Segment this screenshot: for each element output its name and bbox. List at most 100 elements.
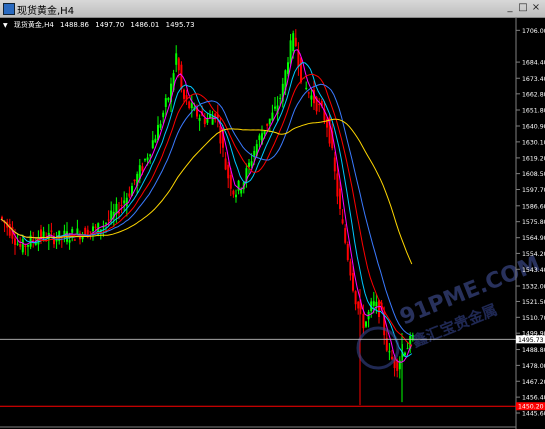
candle-body xyxy=(183,89,185,99)
candle-body xyxy=(68,240,71,243)
candle-body xyxy=(378,300,380,318)
candle-body xyxy=(146,157,149,161)
window-title-bar[interactable]: 现货黄金,H4 _ □ × xyxy=(0,0,545,18)
price-tick-label: 1640.90 xyxy=(522,124,545,131)
candle-body xyxy=(339,188,341,209)
candle-body xyxy=(354,291,357,305)
candle-body xyxy=(346,244,349,260)
price-tick-label: 1706.00 xyxy=(522,28,545,35)
candle-body xyxy=(406,348,409,350)
moving-averages-group xyxy=(0,49,413,363)
price-tick-label: 1608.50 xyxy=(522,171,545,178)
candle-body xyxy=(292,33,295,52)
price-chart[interactable]: 91PME.COM 鑫汇宝贵金属 1706.001684.401673.4016… xyxy=(0,18,545,429)
candle-body xyxy=(42,231,45,238)
candle-body xyxy=(391,356,393,360)
candle-body xyxy=(16,243,19,245)
ma-fast-line xyxy=(0,49,413,363)
maximize-button[interactable]: □ xyxy=(517,2,529,14)
candle-body xyxy=(203,117,206,125)
candle-body xyxy=(167,98,170,101)
price-tick-label: 1467.20 xyxy=(522,379,545,386)
price-tick-label: 1597.70 xyxy=(522,187,545,194)
candle-body xyxy=(404,352,406,356)
candles-group xyxy=(1,29,414,406)
candle-body xyxy=(250,161,253,166)
price-tick-label: 1673.40 xyxy=(522,76,545,83)
candle-body xyxy=(198,117,201,121)
price-tick-label: 1564.90 xyxy=(522,235,545,242)
minimize-button[interactable]: _ xyxy=(504,2,516,14)
candle-body xyxy=(300,57,302,83)
candle-body xyxy=(105,223,107,225)
price-tick-label: 1521.50 xyxy=(522,299,545,306)
candle-body xyxy=(27,245,29,247)
candle-body xyxy=(224,158,227,170)
candle-body xyxy=(227,164,230,179)
price-tick-label: 1488.80 xyxy=(522,347,545,354)
price-tick-label: 1510.70 xyxy=(522,315,545,322)
candle-body xyxy=(50,230,53,232)
price-levels: 1495.73 1450.20 xyxy=(0,335,545,411)
close-button[interactable]: × xyxy=(530,2,542,14)
current-price-label: 1495.73 xyxy=(518,337,544,344)
candle-body xyxy=(133,179,136,182)
candle-body xyxy=(357,301,360,309)
price-tick-label: 1456.40 xyxy=(522,395,545,402)
candle-body xyxy=(92,226,94,232)
candle-body xyxy=(177,58,180,71)
candle-body xyxy=(287,62,289,74)
candle-body xyxy=(344,228,347,243)
candle-body xyxy=(365,321,367,327)
candle-body xyxy=(76,228,79,234)
price-tick-label: 1630.10 xyxy=(522,139,545,146)
candle-body xyxy=(19,244,22,247)
candle-body xyxy=(341,219,344,224)
candle-body xyxy=(372,301,375,306)
price-tick-label: 1684.40 xyxy=(522,60,545,67)
candle-body xyxy=(305,87,308,90)
price-tick-label: 1575.80 xyxy=(522,219,545,226)
candle-body xyxy=(180,64,183,89)
chart-window-icon xyxy=(3,3,15,15)
price-axis: 1706.00 1684.40 1673.40 1662.80 1651.80 1640.… xyxy=(516,28,545,418)
candle-body xyxy=(219,125,222,144)
candle-body xyxy=(154,138,157,143)
candle-body xyxy=(336,173,339,197)
price-tick-label: 1543.40 xyxy=(522,267,545,274)
candle-body xyxy=(151,140,154,149)
candle-body xyxy=(258,135,261,140)
candle-body xyxy=(229,174,232,189)
candle-body xyxy=(141,166,144,171)
candle-body xyxy=(37,237,40,245)
candle-body xyxy=(125,197,128,207)
candle-body xyxy=(128,193,131,197)
candle-body xyxy=(235,194,237,198)
candle-body xyxy=(73,239,76,241)
candle-body xyxy=(149,154,152,157)
candle-body xyxy=(388,351,391,353)
candle-body xyxy=(32,239,35,241)
candle-body xyxy=(268,118,271,125)
candle-body xyxy=(375,301,378,307)
candle-body xyxy=(162,112,165,118)
candle-body xyxy=(279,97,282,99)
price-tick-label: 1554.20 xyxy=(522,251,545,258)
candle-body xyxy=(8,223,11,236)
candle-body xyxy=(362,313,365,329)
candle-body xyxy=(190,103,193,109)
candle-body xyxy=(21,239,24,253)
price-tick-label: 1445.60 xyxy=(522,411,545,418)
price-tick-label: 1478.00 xyxy=(522,363,545,370)
candle-body xyxy=(175,53,178,65)
candle-body xyxy=(144,159,146,161)
candle-body xyxy=(206,118,209,123)
candle-body xyxy=(253,150,256,156)
candle-body xyxy=(107,219,110,221)
candle-body xyxy=(385,337,388,351)
price-tick-label: 1532.00 xyxy=(522,284,545,291)
candle-body xyxy=(159,123,162,128)
candle-body xyxy=(274,106,276,109)
candle-body xyxy=(94,226,97,228)
candle-body xyxy=(271,112,274,121)
